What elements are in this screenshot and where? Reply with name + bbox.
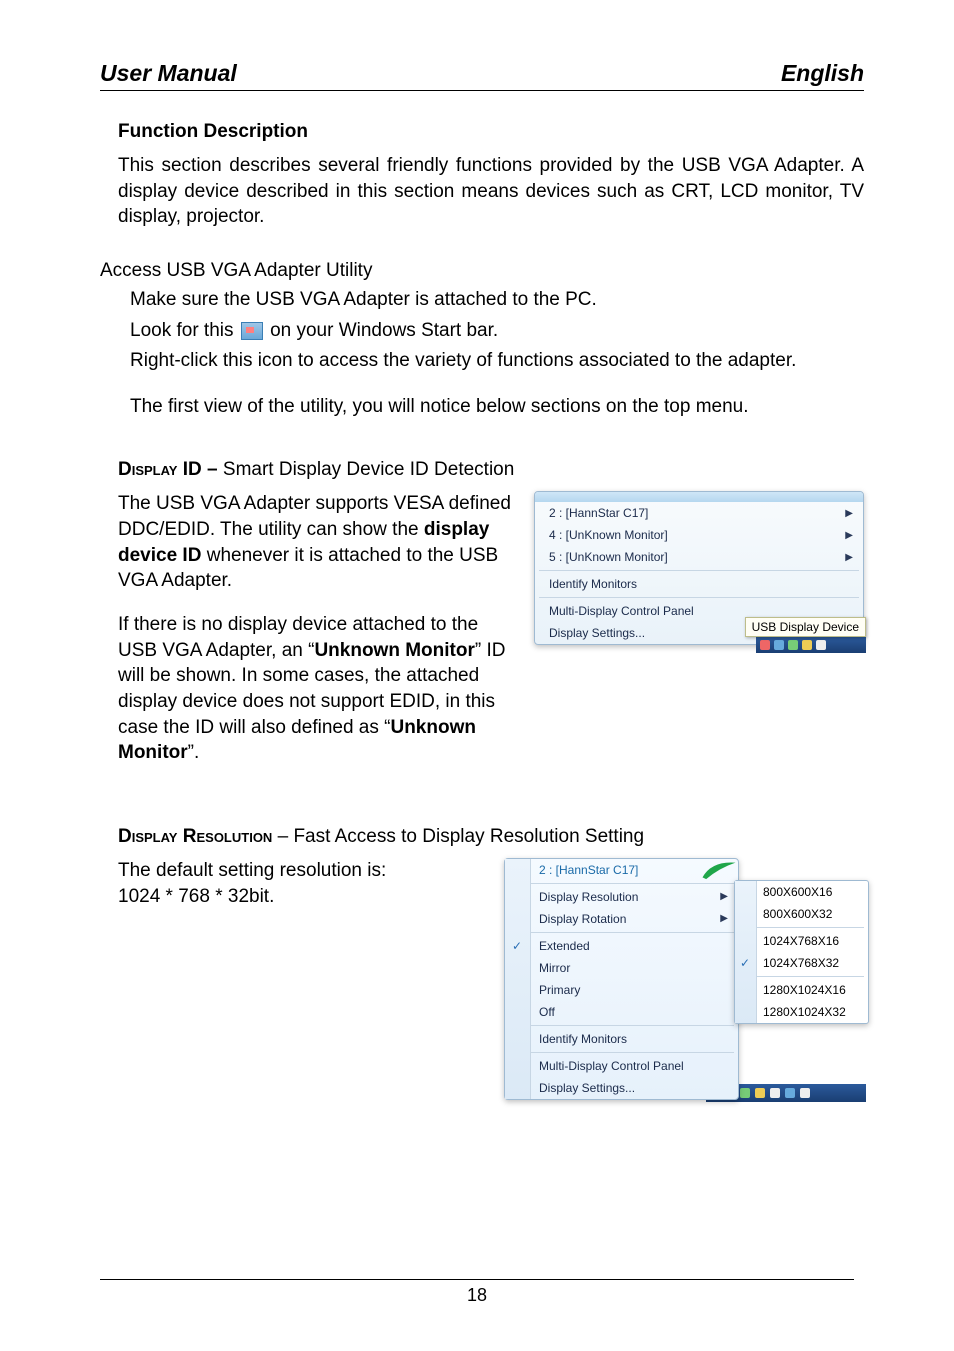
menu1-item-monitor2[interactable]: 2 : [HannStar C17]▶ <box>535 502 863 524</box>
tray-icon <box>760 640 770 650</box>
display-res-row: The default setting resolution is: 1024 … <box>118 858 864 1100</box>
menu2-off[interactable]: Off <box>505 1001 738 1023</box>
section-title-function: Function Description <box>118 121 864 143</box>
menu-screenshot-1: 2 : [HannStar C17]▶ 4 : [UnKnown Monitor… <box>534 491 864 645</box>
display-id-p2-top: If there is no display device attached t… <box>118 612 514 766</box>
tray-icon <box>785 1088 795 1098</box>
header-left: User Manual <box>100 60 237 87</box>
display-id-heading: Display ID – Smart Display Device ID Det… <box>118 459 864 481</box>
tray-icon <box>755 1088 765 1098</box>
res-800x600x32[interactable]: 800X600X32 <box>735 903 868 925</box>
res-1280x1024x32[interactable]: 1280X1024X32 <box>735 1001 868 1023</box>
access-subhead: Access USB VGA Adapter Utility <box>100 260 864 282</box>
menu-screenshot-2: 2 : [HannStar C17] Display Resolution▶ D… <box>504 858 864 1100</box>
display-res-textcol: The default setting resolution is: 1024 … <box>118 858 484 909</box>
menu2-extended[interactable]: ✓ Extended <box>505 935 738 957</box>
menu-separator <box>531 932 734 933</box>
res-1024x768x16[interactable]: 1024X768X16 <box>735 930 868 952</box>
menu-separator <box>539 597 859 598</box>
display-res-desc: – Fast Access to Display Resolution Sett… <box>272 826 644 847</box>
function-description-paragraph: This section describes several friendly … <box>118 153 864 230</box>
display-id-desc: Smart Display Device ID Detection <box>223 459 514 480</box>
look-post: on your Windows Start bar. <box>270 320 498 341</box>
menu-separator <box>531 1025 734 1026</box>
context-menu-2: 2 : [HannStar C17] Display Resolution▶ D… <box>504 858 739 1100</box>
tray-icon <box>788 640 798 650</box>
menu2-primary[interactable]: Primary <box>505 979 738 1001</box>
display-id-textcol: The USB VGA Adapter supports VESA define… <box>118 491 514 765</box>
tray-icon <box>816 640 826 650</box>
access-line3: Right-click this icon to access the vari… <box>130 348 864 374</box>
menu2-display-rotation[interactable]: Display Rotation▶ <box>505 908 738 930</box>
display-id-p1: The USB VGA Adapter supports VESA define… <box>118 491 514 594</box>
access-line4: The first view of the utility, you will … <box>130 394 864 420</box>
submenu-arrow-icon: ▶ <box>845 530 853 541</box>
res-1024x768x32[interactable]: ✓1024X768X32 <box>735 952 868 974</box>
menu2-display-settings[interactable]: Display Settings... <box>505 1077 738 1099</box>
menu1-item-monitor4[interactable]: 4 : [UnKnown Monitor]▶ <box>535 524 863 546</box>
display-res-lead: Display Resolution <box>118 826 272 847</box>
submenu-arrow-icon: ▶ <box>720 913 728 924</box>
menu1-titlebar <box>535 492 863 502</box>
tooltip-usb-display-device: USB Display Device <box>745 617 866 637</box>
resolution-submenu: 800X600X16 800X600X32 1024X768X16 ✓1024X… <box>734 880 869 1024</box>
menu1-identify-monitors[interactable]: Identify Monitors <box>535 573 863 595</box>
res-800x600x16[interactable]: 800X600X16 <box>735 881 868 903</box>
menu2-multi-display-control-panel[interactable]: Multi-Display Control Panel <box>505 1055 738 1077</box>
tray-icon <box>800 1088 810 1098</box>
menu-separator <box>739 976 864 977</box>
header-right: English <box>781 60 864 87</box>
menu-separator <box>531 883 734 884</box>
page-header: User Manual English <box>100 60 864 91</box>
function-description-text: This section describes several friendly … <box>118 155 864 227</box>
check-icon: ✓ <box>740 956 750 970</box>
tray-icon <box>740 1088 750 1098</box>
menu-separator <box>531 1052 734 1053</box>
look-pre: Look for this <box>130 320 239 341</box>
menu2-monitor-label[interactable]: 2 : [HannStar C17] <box>505 859 738 881</box>
tray-adapter-icon <box>241 322 263 340</box>
display-id-lead: Display ID – <box>118 459 223 480</box>
submenu-arrow-icon: ▶ <box>845 508 853 519</box>
page-number: 18 <box>467 1285 487 1305</box>
menu2-mirror[interactable]: Mirror <box>505 957 738 979</box>
submenu-arrow-icon: ▶ <box>720 891 728 902</box>
page-footer: 18 <box>100 1279 854 1306</box>
submenu-arrow-icon: ▶ <box>845 552 853 563</box>
display-res-p1: The default setting resolution is: <box>118 858 484 884</box>
logo-swoosh-icon <box>700 859 738 881</box>
access-line1: Make sure the USB VGA Adapter is attache… <box>130 287 864 313</box>
tray-icon <box>774 640 784 650</box>
menu1-item-monitor5[interactable]: 5 : [UnKnown Monitor]▶ <box>535 546 863 568</box>
res-1280x1024x16[interactable]: 1280X1024X16 <box>735 979 868 1001</box>
menu2-display-resolution[interactable]: Display Resolution▶ <box>505 886 738 908</box>
menu2-identify-monitors[interactable]: Identify Monitors <box>505 1028 738 1050</box>
display-resolution-heading: Display Resolution – Fast Access to Disp… <box>118 826 864 848</box>
system-tray-1 <box>756 637 866 653</box>
display-id-row: The USB VGA Adapter supports VESA define… <box>118 491 864 765</box>
access-line2: Look for this on your Windows Start bar. <box>130 318 864 344</box>
menu-separator <box>739 927 864 928</box>
check-icon: ✓ <box>512 939 522 953</box>
menu-separator <box>539 570 859 571</box>
tray-icon <box>802 640 812 650</box>
tray-icon <box>770 1088 780 1098</box>
display-res-p2: 1024 * 768 * 32bit. <box>118 884 484 910</box>
